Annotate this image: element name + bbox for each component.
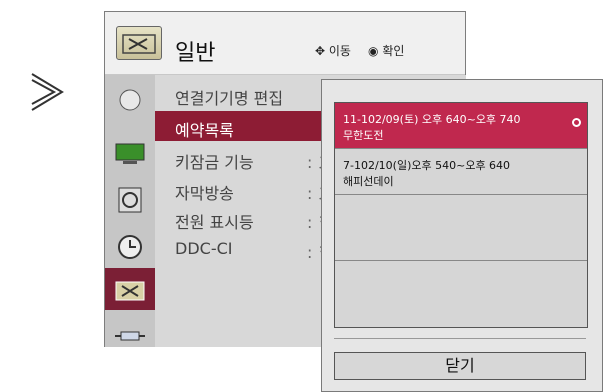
reservation-list: 11-102/09(토) 오후 640~오후 740 무한도전 7-102/10…: [334, 102, 588, 328]
satellite-dish-icon: [113, 87, 145, 111]
menu-item-label: 예약목록: [175, 121, 234, 140]
menu-item-label: DDC-CI: [175, 239, 233, 258]
category-input[interactable]: [113, 321, 147, 355]
category-picture[interactable]: [113, 137, 147, 171]
ok-hint-label: 확인: [382, 44, 405, 58]
clock-icon: [113, 234, 145, 259]
ok-hint: ◉ 확인: [368, 42, 404, 59]
list-item[interactable]: [335, 195, 587, 261]
category-general[interactable]: [105, 268, 155, 310]
toolbox-icon: [116, 26, 162, 60]
reservation-program: 해피선데이: [343, 175, 394, 188]
menu-item-label: 키잠금 기능: [175, 153, 254, 172]
dpad-icon: ✥: [315, 44, 326, 58]
list-item[interactable]: 11-102/09(토) 오후 640~오후 740 무한도전: [335, 103, 587, 149]
reservation-list-dialog: 11-102/09(토) 오후 640~오후 740 무한도전 7-102/10…: [321, 79, 603, 392]
list-item[interactable]: 7-102/10(일)오후 540~오후 640 해피선데이: [335, 149, 587, 195]
reservation-time: 11-102/09(토) 오후 640~오후 740: [343, 113, 521, 126]
menu-item-label: 전원 표시등: [175, 213, 254, 232]
category-satellite[interactable]: [113, 83, 147, 117]
divider: [334, 338, 586, 339]
reservation-time: 7-102/10(일)오후 540~오후 640: [343, 159, 511, 172]
close-button[interactable]: 닫기: [334, 352, 586, 380]
menu-header: 일반 ✥ 이동 ◉ 확인: [105, 12, 465, 75]
category-sound[interactable]: [113, 183, 147, 217]
move-hint-label: 이동: [328, 44, 351, 58]
category-time[interactable]: [113, 230, 147, 264]
page-title: 일반: [175, 41, 216, 66]
monitor-icon: [113, 141, 145, 164]
toolbox-icon: [113, 277, 145, 301]
reservation-program: 무한도전: [343, 129, 384, 142]
menu-item-label: 연결기기명 편집: [175, 89, 284, 108]
speaker-icon: [113, 187, 145, 213]
chevron-right-icon: [30, 70, 66, 118]
category-column: [105, 75, 155, 347]
ok-button-icon: ◉: [368, 44, 379, 58]
selected-radio-icon: [572, 118, 581, 127]
move-hint: ✥ 이동: [315, 42, 351, 59]
menu-item-label: 자막방송: [175, 184, 234, 203]
cable-icon: [113, 323, 145, 345]
list-item[interactable]: [335, 261, 587, 327]
